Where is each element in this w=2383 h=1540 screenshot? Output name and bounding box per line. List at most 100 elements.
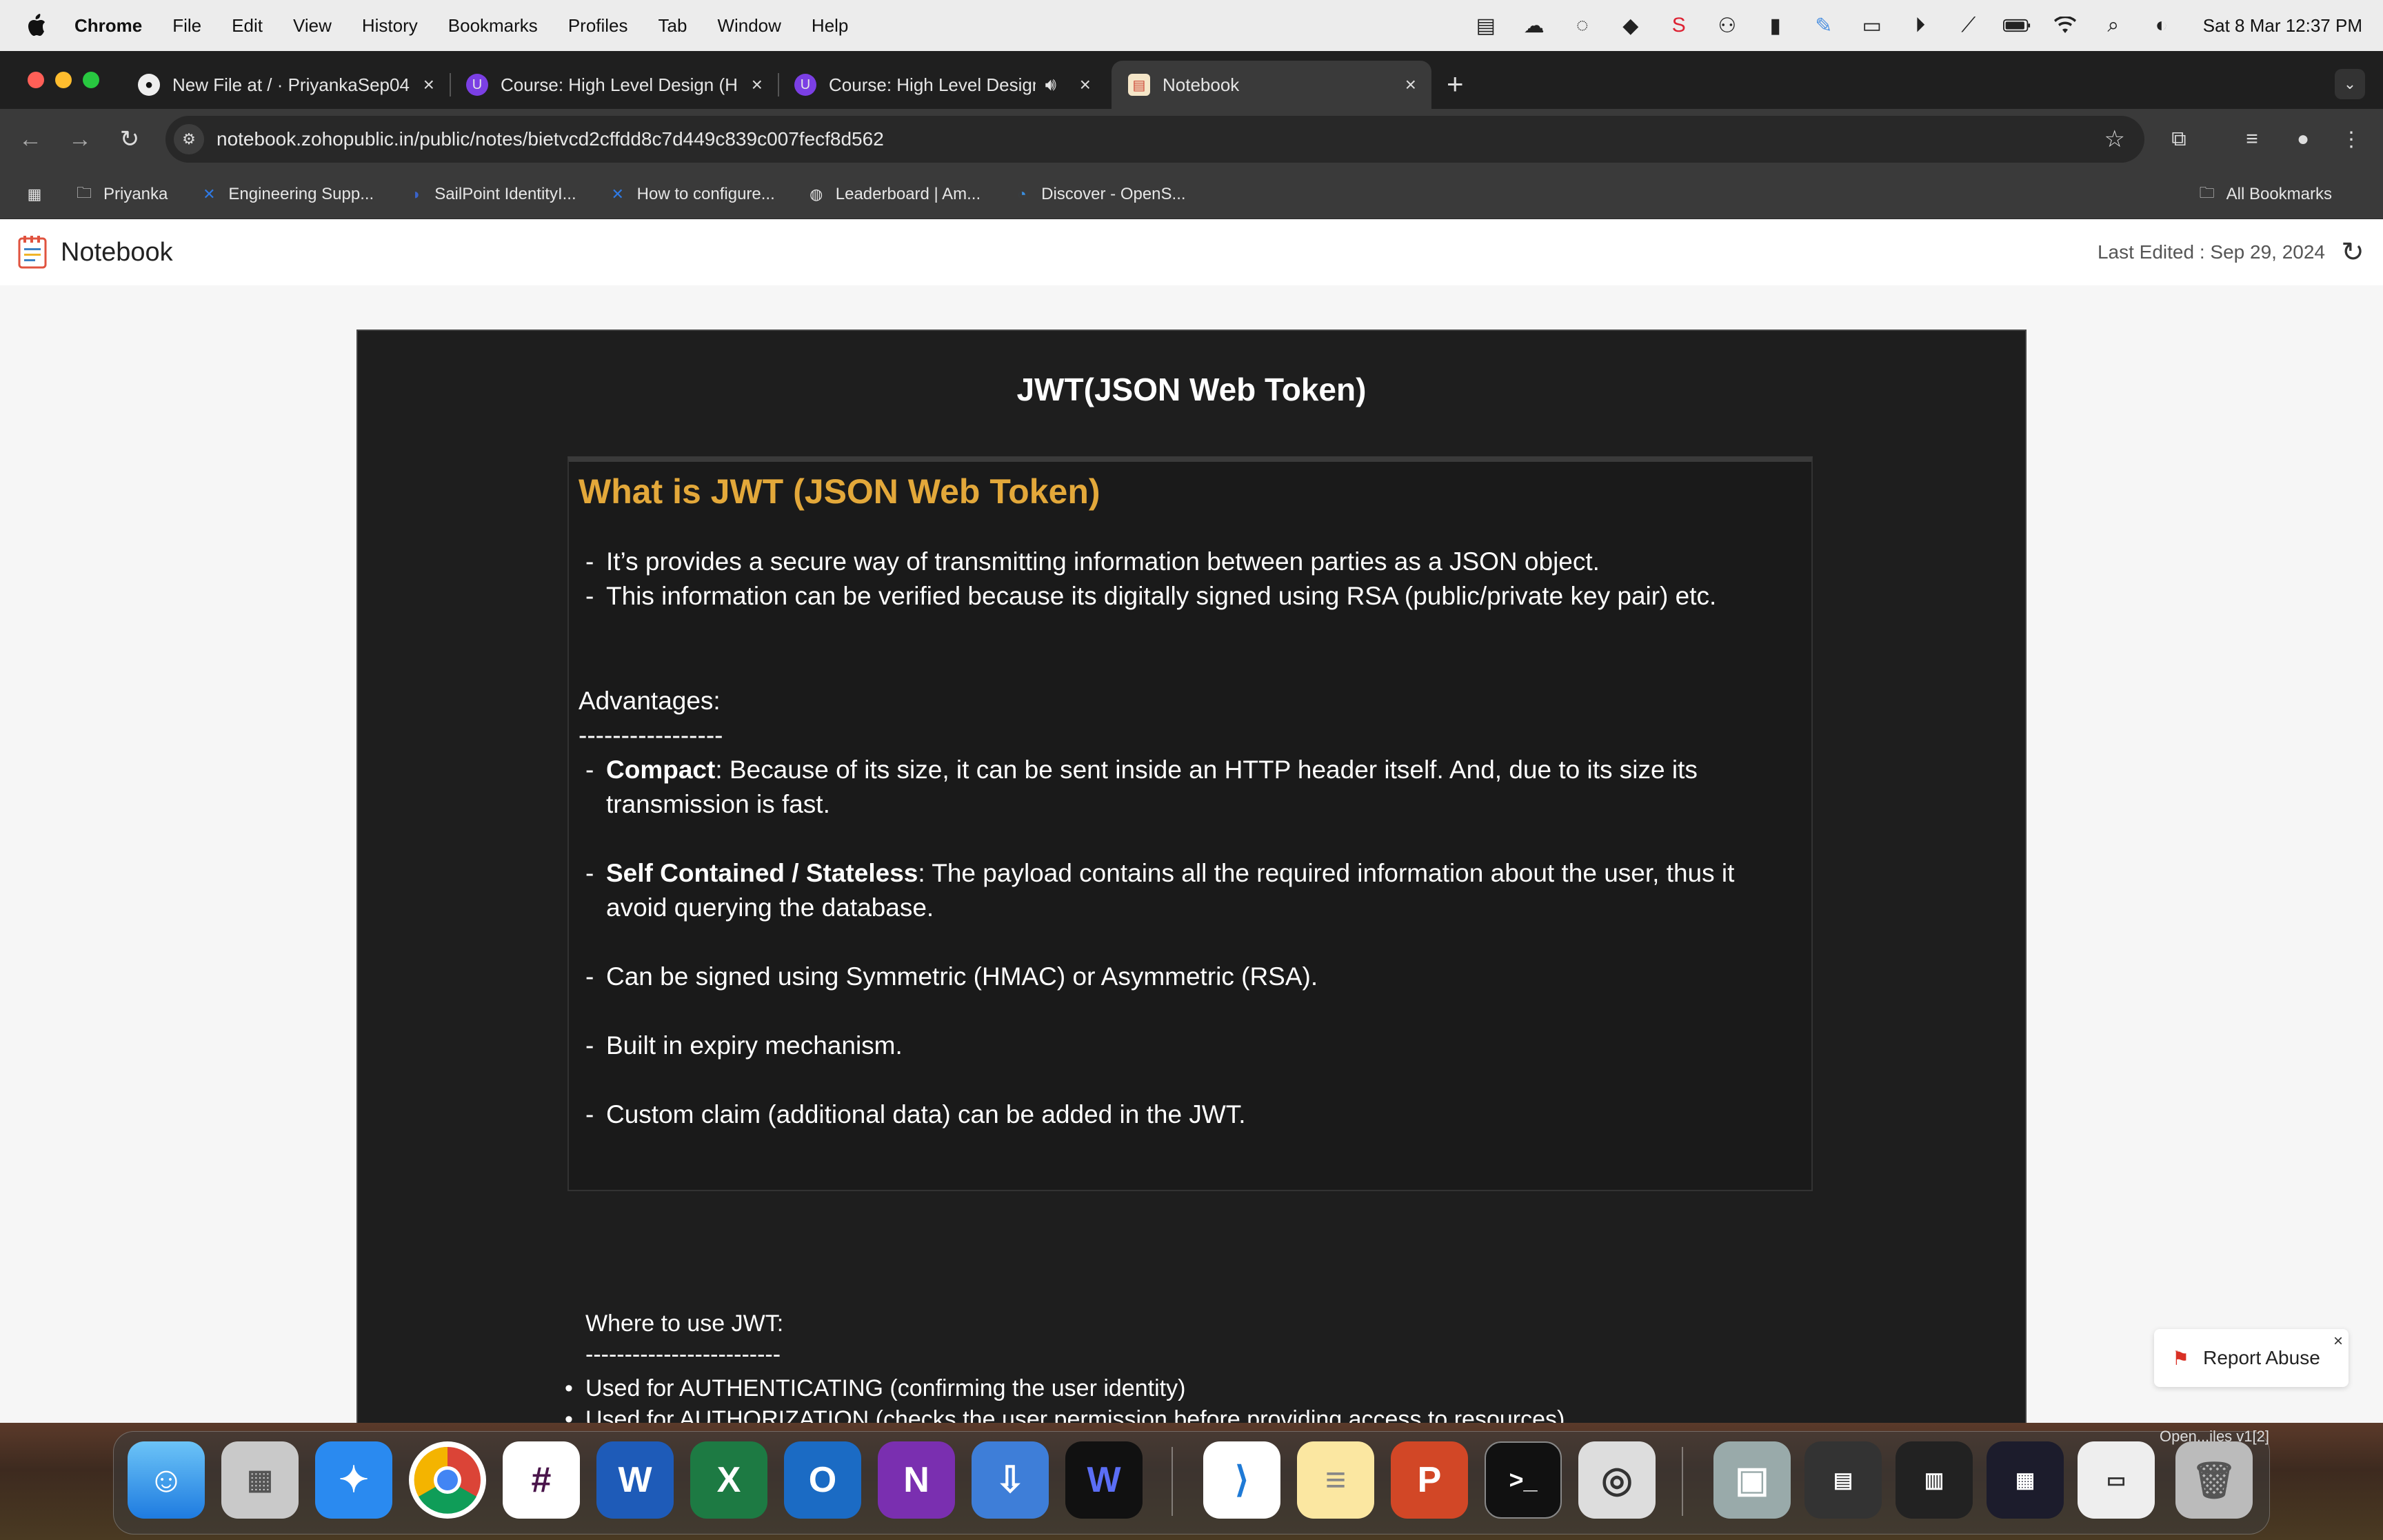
advantage-text: Can be signed using Symmetric (HMAC) or … [606,962,1318,991]
control-center-icon[interactable]: ◐ [2148,12,2175,39]
menubar-clock[interactable]: Sat 8 Mar 12:37 PM [2203,15,2362,37]
media-controls-icon[interactable]: ≡ [2237,124,2267,154]
menu-bookmarks[interactable]: Bookmarks [448,15,538,37]
close-window-button[interactable] [28,72,44,88]
terminal-icon[interactable]: >_ [1485,1441,1562,1519]
powerpoint-icon[interactable]: P [1391,1441,1468,1519]
pencil-slash-icon[interactable]: ⟋ [1955,12,1982,39]
notes-icon[interactable]: ≡ [1297,1441,1374,1519]
apps-grid-icon[interactable]: ▦ [23,185,54,204]
menu-file[interactable]: File [172,15,201,37]
close-icon[interactable]: × [1405,74,1416,96]
slack-icon[interactable]: # [503,1441,580,1519]
safari-icon[interactable]: ✦ [315,1441,392,1519]
bookmark-label: Priyanka [103,184,168,203]
address-url[interactable]: notebook.zohopublic.in/public/notes/biet… [217,128,884,150]
extensions-icon[interactable]: ⧉ [2164,124,2194,154]
tab-course-2[interactable]: U Course: High Level Design 🔊︎ × [778,61,1106,109]
trash-icon[interactable]: 🗑︎ [2175,1441,2253,1519]
downloads-stack-icon[interactable]: ▣ [1713,1441,1791,1519]
notebook-header: Notebook Last Edited : Sep 29, 2024 ↻ [0,219,2383,285]
minimize-window-button[interactable] [55,72,72,88]
spinner-icon[interactable]: ◌ [1569,12,1596,39]
menu-profiles[interactable]: Profiles [568,15,628,37]
menu-help[interactable]: Help [812,15,848,37]
tab-github[interactable]: ● New File at / · PriyankaSep04 × [121,61,451,109]
menu-chrome[interactable]: Chrome [74,15,142,37]
tab-notebook[interactable]: ▤ Notebook × [1112,61,1431,109]
dock-separator [1172,1447,1173,1516]
apple-icon[interactable] [26,14,54,37]
menu-tab[interactable]: Tab [658,15,687,37]
window-thumbnail-icon[interactable]: ▭ [2078,1441,2155,1519]
play-icon[interactable]: ⏵ [1907,12,1934,39]
window-icon[interactable]: ▭ [1858,12,1886,39]
onenote-icon[interactable]: N [878,1441,955,1519]
bookmark-engineering-support[interactable]: ✕ Engineering Supp... [198,185,374,204]
report-abuse-button[interactable]: ⚑ Report Abuse × [2154,1329,2349,1387]
bookmark-star-icon[interactable]: ☆ [2104,125,2125,153]
menu-view[interactable]: View [293,15,332,37]
notebook-logo[interactable]: Notebook [17,234,173,270]
menu-history[interactable]: History [362,15,418,37]
self-service-icon[interactable]: ⇩ [972,1441,1049,1519]
confluence-icon: ✕ [611,185,624,203]
vscode-icon[interactable]: ⟩ [1203,1441,1280,1519]
tab-course-1[interactable]: U Course: High Level Design (H × [450,61,779,109]
menu-window[interactable]: Window [717,15,781,37]
menu-edit[interactable]: Edit [232,15,263,37]
refresh-icon[interactable]: ↻ [2336,236,2369,269]
forward-icon[interactable]: → [65,124,95,154]
bookmark-how-to-configure[interactable]: ✕ How to configure... [607,185,774,204]
tab-title: Notebook [1163,74,1240,95]
menu-bar: Chrome File Edit View History Bookmarks … [0,0,2383,51]
card-heading: What is JWT (JSON Web Token) [579,472,1100,511]
network-icon[interactable]: ⚇ [1713,12,1741,39]
s-app-icon[interactable]: S [1665,12,1693,39]
close-icon[interactable]: × [752,74,763,96]
cloud-icon[interactable]: ☁ [1520,12,1548,39]
course-icon: U [794,74,816,96]
chrome-menu-icon[interactable]: ⋮ [2336,124,2366,154]
back-icon[interactable]: ← [15,124,46,154]
dock-item-label: Open...iles v1[2] [2160,1428,2269,1445]
vpn-icon[interactable]: ◎ [1578,1441,1656,1519]
address-bar[interactable]: ⚙ notebook.zohopublic.in/public/notes/bi… [165,116,2144,163]
word-icon[interactable]: W [596,1441,674,1519]
finder-icon[interactable]: ☺ [128,1441,205,1519]
list-item: - Built in expiry mechanism. [579,1029,1799,1063]
bookmark-label: SailPoint IdentityI... [434,184,576,203]
reload-icon[interactable]: ↻ [114,124,145,154]
window-thumbnail-icon[interactable]: ▥ [1896,1441,1973,1519]
shield-icon[interactable]: ◆ [1617,12,1645,39]
bookmark-leaderboard[interactable]: ◍ Leaderboard | Am... [805,185,981,204]
site-info-icon[interactable]: ⚙ [174,124,204,154]
webex-icon[interactable]: W [1065,1441,1143,1519]
bookmark-priyanka[interactable]: 🗀 Priyanka [73,184,168,204]
close-icon[interactable]: × [1080,74,1091,96]
window-controls [28,72,99,88]
window-thumbnail-icon[interactable]: ▦ [1987,1441,2064,1519]
profile-avatar-icon[interactable]: ● [2288,124,2318,154]
new-tab-button[interactable]: + [1447,68,1464,101]
bookmark-sailpoint[interactable]: ◑ SailPoint IdentityI... [404,185,576,204]
battery-icon[interactable] [2002,12,2031,39]
excel-icon[interactable]: X [690,1441,767,1519]
close-icon[interactable]: × [2333,1332,2343,1351]
close-icon[interactable]: × [423,74,434,96]
bookmark-discover[interactable]: ◔ Discover - OpenS... [1011,185,1185,204]
printer-icon[interactable]: ▤ [1472,12,1500,39]
speaker-icon[interactable]: 🔊︎ [1045,74,1056,96]
spotlight-search-icon[interactable]: ⌕ [2100,12,2127,39]
tools-icon[interactable]: ▮ [1762,12,1789,39]
note-title: JWT(JSON Web Token) [1016,372,1367,407]
wifi-icon[interactable] [2051,12,2079,39]
outlook-icon[interactable]: O [784,1441,861,1519]
all-bookmarks[interactable]: 🗀 All Bookmarks [2196,184,2332,204]
zoom-window-button[interactable] [83,72,99,88]
chrome-icon[interactable] [409,1441,486,1519]
tab-search-button[interactable]: ⌄ [2335,69,2365,99]
launchpad-icon[interactable]: ▦ [221,1441,299,1519]
pen-icon[interactable]: ✎ [1810,12,1838,39]
window-thumbnail-icon[interactable]: ▤ [1804,1441,1882,1519]
